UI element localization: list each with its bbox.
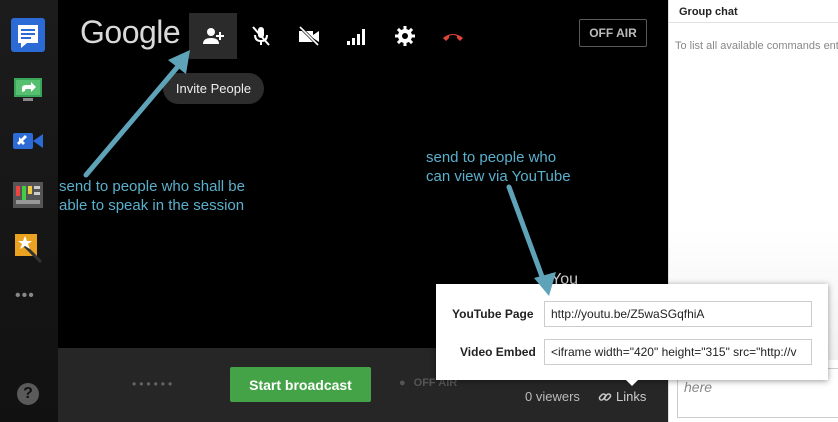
links-button[interactable]: Links xyxy=(598,389,646,404)
camera-off-button[interactable] xyxy=(285,13,333,59)
start-broadcast-button[interactable]: Start broadcast xyxy=(230,367,371,402)
google-logo: Google xyxy=(80,14,181,50)
annotation-speak-line1: send to people who shall be xyxy=(59,178,245,195)
off-air-button[interactable]: OFF AIR xyxy=(579,19,647,47)
effects-icon[interactable] xyxy=(11,230,45,264)
link-icon xyxy=(598,392,612,401)
bandwidth-button[interactable] xyxy=(333,13,381,59)
popup-caret xyxy=(624,378,640,386)
more-apps-icon[interactable]: ••• xyxy=(15,287,35,305)
invite-people-button[interactable] xyxy=(189,13,237,59)
chat-info-text: To list all available commands enter xyxy=(675,40,838,52)
cameraman-icon[interactable] xyxy=(11,178,45,212)
hang-up-button[interactable] xyxy=(429,13,477,59)
mic-off-icon xyxy=(252,26,270,46)
annotation-speak-line2: able to speak in the session xyxy=(59,197,245,214)
chat-title: Group chat xyxy=(679,6,738,18)
chat-app-icon[interactable] xyxy=(11,18,45,52)
add-person-icon xyxy=(203,28,224,44)
links-popup: YouTube Page http://youtu.be/Z5waSGqfhiA… xyxy=(436,284,828,380)
help-icon[interactable]: ? xyxy=(17,383,39,405)
hang-up-icon xyxy=(443,34,463,41)
mute-mic-button[interactable] xyxy=(237,13,285,59)
camera-off-icon xyxy=(298,25,320,47)
chat-divider xyxy=(669,22,838,23)
video-embed-field[interactable]: <iframe width="420" height="315" src="ht… xyxy=(544,339,812,365)
annotation-youtube-line1: send to people who xyxy=(426,149,557,166)
invite-tooltip: Invite People xyxy=(163,73,264,104)
annotation-youtube-line2: can view via YouTube xyxy=(426,168,571,185)
video-embed-label: Video Embed xyxy=(460,345,536,359)
participants-placeholder: •••••• xyxy=(132,377,176,391)
viewer-count: 0 viewers xyxy=(525,389,580,404)
gear-icon xyxy=(395,26,415,46)
settings-button[interactable] xyxy=(381,13,429,59)
signal-icon xyxy=(347,29,365,45)
annotation-youtube: send to people who can view via YouTube xyxy=(426,148,571,186)
links-label: Links xyxy=(616,389,647,404)
youtube-page-label: YouTube Page xyxy=(452,307,534,321)
control-room-icon[interactable] xyxy=(11,124,45,158)
youtube-page-field[interactable]: http://youtu.be/Z5waSGqfhiA xyxy=(544,301,812,327)
screenshare-icon[interactable] xyxy=(11,72,45,106)
status-dot: ● xyxy=(399,377,406,389)
app-sidebar: ••• ? xyxy=(0,0,58,422)
annotation-speak: send to people who shall be able to spea… xyxy=(59,177,245,215)
